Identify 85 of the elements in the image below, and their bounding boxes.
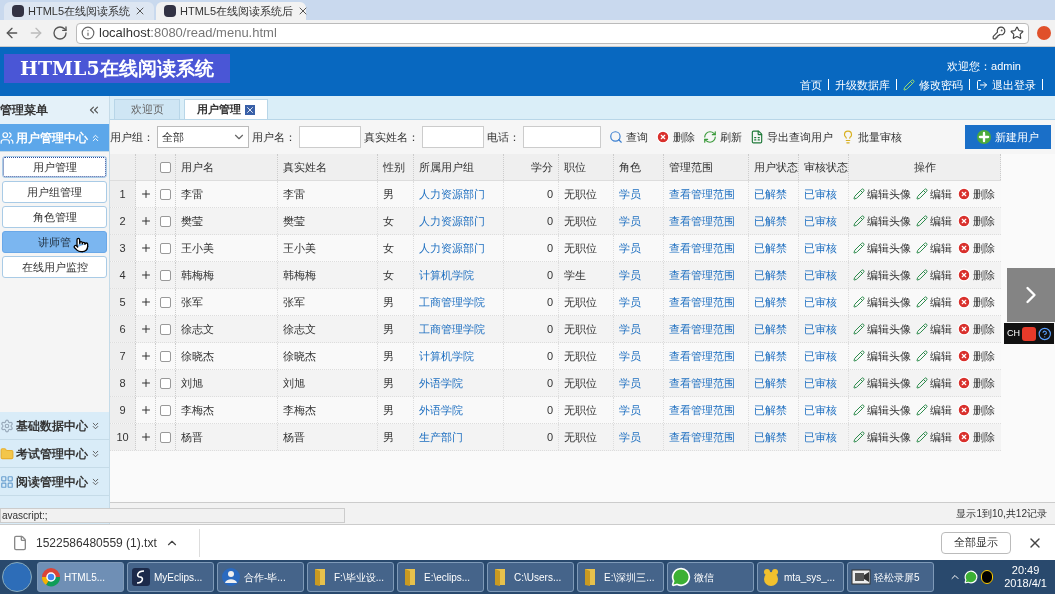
url-text: localhost:8080/read/menu.html [99,24,278,43]
table-cell-text: 0 [546,321,553,337]
table-cell-text: 韩梅梅 [283,267,316,283]
filter-label: 用户组： [110,129,154,145]
clock-date: 2018/4/1 [1004,577,1047,590]
table-cell-text: 男 [383,186,394,202]
table-cell-text: 女 [383,240,394,256]
row-number: 4 [110,262,136,288]
table-cell-text: 学生 [564,267,586,283]
table-cell-text: 男 [383,402,394,418]
table-cell-text: 徐晓杰 [181,348,214,364]
row-number: 3 [110,235,136,261]
table-cell-text: 男 [383,429,394,445]
column-header: 学分 [504,154,559,180]
table-cell-text: 韩梅梅 [181,267,214,283]
column-header: 用户名 [176,154,278,180]
table-cell-text: 男 [383,321,394,337]
table-cell-text: 0 [546,429,553,445]
column-header: 操作 [849,154,1001,180]
table-cell-text: 0 [546,375,553,391]
table-cell-text: 无职位 [564,186,597,202]
filter-label: 用户名： [252,129,296,145]
table-cell-text: 无职位 [564,429,597,445]
row-number: 9 [110,397,136,423]
table-cell-text: 徐晓杰 [283,348,316,364]
table-cell-text: 无职位 [564,294,597,310]
welcome-text: 欢迎您：admin [947,59,1021,74]
row-number: 5 [110,289,136,315]
row-number: 1 [110,181,136,207]
table-cell-text: 刘旭 [283,375,305,391]
column-header: 性别 [378,154,414,180]
table-cell-text: 李雷 [181,186,203,202]
table-cell-text: 杨晋 [283,429,305,445]
table-cell-text: 0 [546,213,553,229]
clock-time: 20:49 [1011,564,1040,577]
table-cell-text: 无职位 [564,240,597,256]
table-cell-text: 张军 [181,294,203,310]
table-cell-text: 男 [383,294,394,310]
table-cell-text: 男 [383,375,394,391]
column-header: 真实姓名 [278,154,378,180]
table-cell-text: 杨晋 [181,429,203,445]
table-cell-text: 王小美 [181,240,214,256]
table-cell-text: 女 [383,213,394,229]
table-cell-text: 樊莹 [181,213,203,229]
url-tooltip: avascript:; [0,508,345,523]
row-number: 8 [110,370,136,396]
row-number: 10 [110,424,136,450]
row-number: 6 [110,316,136,342]
filter-label: 真实姓名： [364,129,419,145]
tab-title: HTML5在线阅读系统 [28,3,131,19]
column-header: 审核状态 [799,154,849,180]
table-cell-text: 0 [546,267,553,283]
app-title: HTML5在线阅读系统 [4,54,230,83]
table-cell-text: 徐志文 [283,321,316,337]
table-cell-text: 女 [383,267,394,283]
table-cell-text: 无职位 [564,348,597,364]
column-header: 所属用户组 [414,154,504,180]
table-cell-text: 李梅杰 [181,402,214,418]
column-header: 用户状态 [749,154,799,180]
table-cell-text: 李雷 [283,186,305,202]
filter-label: 电话： [487,129,520,145]
menu-title: 管理菜单 [0,102,48,119]
table-cell-text: 刘旭 [181,375,203,391]
table-cell-text: 0 [546,240,553,256]
column-header: 管理范围 [664,154,749,180]
table-cell-text: 无职位 [564,375,597,391]
column-header: 角色 [614,154,664,180]
tab-title: HTML5在线阅读系统后 [180,3,294,19]
page-summary: 显示1到10,共12记录 [956,507,1047,521]
table-cell-text: 无职位 [564,213,597,229]
table-cell-text: 男 [383,348,394,364]
table-cell-text: 0 [546,186,553,202]
table-cell-text: 0 [546,294,553,310]
row-number: 2 [110,208,136,234]
table-cell-text: 张军 [283,294,305,310]
table-cell-text: 无职位 [564,321,597,337]
table-cell-text: 王小美 [283,240,316,256]
table-cell-text: 徐志文 [181,321,214,337]
table-cell-text: 无职位 [564,402,597,418]
table-cell-text: 李梅杰 [283,402,316,418]
table-cell-text: 樊莹 [283,213,305,229]
column-header: 职位 [559,154,614,180]
table-cell-text: 0 [546,348,553,364]
table-cell-text: 0 [546,402,553,418]
row-number: 7 [110,343,136,369]
